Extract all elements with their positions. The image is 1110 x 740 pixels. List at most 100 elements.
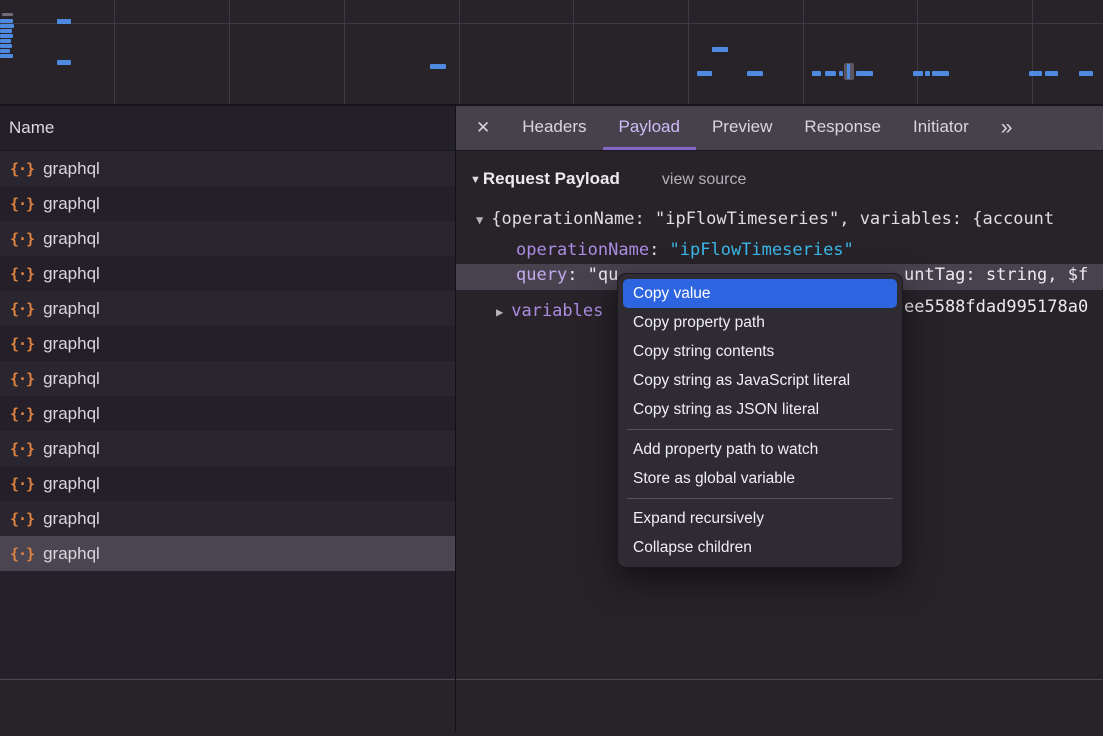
json-fetch-icon: {·}: [10, 230, 34, 248]
overview-gridline: [573, 0, 574, 104]
property-value: "ipFlowTimeseries": [670, 240, 854, 260]
detail-tabbar: ✕ HeadersPayloadPreviewResponseInitiator…: [456, 106, 1103, 151]
network-request-row[interactable]: {·}graphql: [0, 221, 455, 256]
request-timing-bar: [57, 60, 71, 65]
network-request-row[interactable]: {·} graphql: [0, 256, 455, 291]
property-value-continued: untTag: string, $f: [904, 265, 1088, 285]
json-fetch-icon: {·}: [10, 370, 34, 388]
context-menu: Copy valueCopy property pathCopy string …: [617, 273, 903, 568]
request-timing-bar: [747, 71, 763, 76]
name-column-header[interactable]: Name: [0, 106, 455, 151]
menu-item-copy-value[interactable]: Copy value: [623, 279, 897, 308]
request-timing-bar: [0, 24, 14, 28]
section-title: Request Payload: [483, 169, 620, 189]
json-fetch-icon: {·}: [10, 475, 34, 493]
json-fetch-icon: {·}: [10, 510, 34, 528]
collapse-triangle-icon[interactable]: ▼: [470, 174, 481, 186]
request-name: graphql: [43, 474, 100, 494]
menu-item-add-property-path-to-watch[interactable]: Add property path to watch: [618, 435, 902, 464]
json-fetch-icon: {·}: [10, 300, 34, 318]
request-name: graphql: [43, 439, 100, 459]
network-request-row[interactable]: {·}graphql: [0, 536, 455, 571]
devtools-window: Name {·}graphql{·}graphql{·}graphql{·}gr…: [0, 0, 1103, 736]
overview-gridline: [344, 0, 345, 104]
request-timing-bar: [57, 19, 71, 24]
expand-triangle-icon[interactable]: ▶: [496, 305, 503, 319]
request-timing-bar: [812, 71, 821, 76]
more-tabs-icon[interactable]: »: [987, 116, 1025, 140]
property-key: query: [516, 265, 567, 285]
property-key: variables: [511, 301, 603, 321]
colon: :: [649, 240, 669, 260]
request-name: graphql: [43, 509, 100, 529]
menu-item-copy-property-path[interactable]: Copy property path: [618, 308, 902, 337]
variables-row[interactable]: ▶ variables: [496, 301, 603, 321]
operation-name-row[interactable]: operationName: "ipFlowTimeseries": [516, 240, 854, 260]
menu-item-store-as-global-variable[interactable]: Store as global variable: [618, 464, 902, 493]
json-fetch-icon: {·}: [10, 335, 34, 353]
tab-initiator[interactable]: Initiator: [897, 106, 985, 150]
overview-gridline: [917, 0, 918, 104]
request-name: graphql: [43, 334, 100, 354]
request-timing-bar: [0, 49, 10, 53]
request-timing-bar: [932, 71, 949, 76]
request-timing-bar: [430, 64, 446, 69]
request-timing-bar: [712, 47, 728, 52]
detail-tabs: HeadersPayloadPreviewResponseInitiator: [506, 106, 984, 150]
tab-response[interactable]: Response: [788, 106, 897, 150]
tab-headers[interactable]: Headers: [506, 106, 602, 150]
menu-item-copy-string-contents[interactable]: Copy string contents: [618, 337, 902, 366]
request-name: graphql: [43, 299, 100, 319]
selected-request-marker: [844, 63, 854, 80]
menu-item-copy-string-as-json-literal[interactable]: Copy string as JSON literal: [618, 395, 902, 424]
network-request-row[interactable]: {·}graphql: [0, 396, 455, 431]
object-preview-text: {operationName: "ipFlowTimeseries", vari…: [491, 209, 1054, 229]
json-fetch-icon: {·}: [10, 195, 34, 213]
network-request-row[interactable]: {·} graphql: [0, 326, 455, 361]
request-rows: {·} graphql {·} graphql {·} graphql {·} graphql…: [0, 151, 455, 571]
json-fetch-icon: {·}: [10, 160, 34, 178]
request-timing-bar: [0, 34, 13, 38]
view-source-link[interactable]: view source: [662, 171, 746, 189]
request-timing-bar: [697, 71, 712, 76]
request-name: graphql: [43, 159, 100, 179]
request-timing-bar: [0, 44, 12, 48]
menu-item-copy-string-as-javascript-literal[interactable]: Copy string as JavaScript literal: [618, 366, 902, 395]
network-request-row[interactable]: {·} graphql: [0, 361, 455, 396]
property-key: operationName: [516, 240, 649, 260]
json-fetch-icon: {·}: [10, 440, 34, 458]
overview-gridline: [229, 0, 230, 104]
request-timing-bar: [1029, 71, 1042, 76]
network-request-row[interactable]: {·} graphql: [0, 151, 455, 186]
expand-triangle-icon[interactable]: ▼: [476, 213, 483, 227]
request-name: graphql: [43, 369, 100, 389]
summary-bar: [0, 679, 1103, 732]
request-timing-bar: [925, 71, 930, 76]
request-timing-bar: [856, 71, 873, 76]
request-timing-bar: [825, 71, 836, 76]
menu-separator: [627, 498, 893, 499]
network-request-row[interactable]: {·}graphql: [0, 186, 455, 221]
payload-preview-row[interactable]: ▼ {operationName: "ipFlowTimeseries", var…: [476, 209, 1054, 229]
network-request-row[interactable]: {·} graphql: [0, 466, 455, 501]
request-name: graphql: [43, 264, 100, 284]
panel-divider[interactable]: [455, 106, 456, 732]
menu-item-collapse-children[interactable]: Collapse children: [618, 533, 902, 562]
colon: :: [567, 265, 587, 285]
request-name: graphql: [43, 404, 100, 424]
menu-separator: [627, 429, 893, 430]
network-overview-waterfall[interactable]: [0, 0, 1103, 106]
network-request-row[interactable]: {·} graphql: [0, 501, 455, 536]
menu-item-expand-recursively[interactable]: Expand recursively: [618, 504, 902, 533]
close-icon[interactable]: ✕: [456, 118, 506, 138]
network-request-row[interactable]: {·} graphql: [0, 291, 455, 326]
request-timing-bar: [0, 19, 13, 23]
json-fetch-icon: {·}: [10, 265, 34, 283]
request-timing-bar: [2, 13, 13, 16]
network-request-row[interactable]: {·} graphql: [0, 431, 455, 466]
request-payload-section-header[interactable]: ▼ Request Payload view source: [470, 169, 746, 189]
tab-payload[interactable]: Payload: [603, 106, 696, 150]
overview-gridline: [459, 0, 460, 104]
variables-value-continued: ee5588fdad995178a0: [904, 297, 1088, 317]
tab-preview[interactable]: Preview: [696, 106, 788, 150]
